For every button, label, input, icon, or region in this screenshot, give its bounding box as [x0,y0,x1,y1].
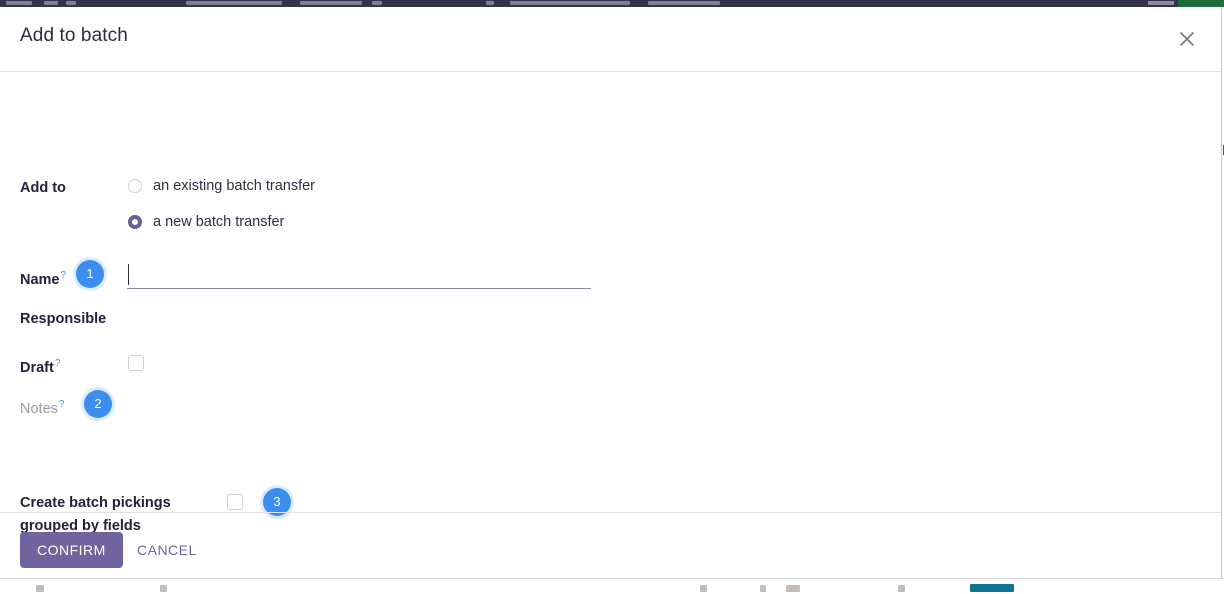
background-bottom-strip [0,578,1224,594]
navbar-ghost-accent [1178,0,1224,7]
draft-label: Draft? [20,352,60,380]
navbar-ghost-badge [1148,1,1174,5]
navbar-ghost-item [6,1,32,5]
radio-new-batch-transfer-label: a new batch transfer [153,214,285,230]
background-ghost-text [898,585,905,592]
name-label: Name? [20,264,66,292]
tour-badge-2[interactable]: 2 [84,390,112,418]
tour-badge-1[interactable]: 1 [76,260,104,288]
navbar-ghost-item [186,1,282,5]
add-to-batch-dialog: Add to batch Add to an existing batch tr… [0,7,1221,578]
dialog-footer: CONFIRM CANCEL [0,512,1221,578]
navbar-ghost-item [66,1,76,5]
draft-label-text: Draft [20,359,54,376]
navbar-ghost-item [44,1,58,5]
add-to-label: Add to [20,180,66,196]
responsible-label: Responsible [20,311,107,327]
name-label-text: Name [20,271,60,288]
name-help-icon[interactable]: ? [61,270,67,281]
text-cursor [128,264,129,285]
name-input-wrapper [127,263,591,289]
navbar-ghost-item [486,1,494,5]
navbar-ghost-item [372,1,382,5]
navbar-ghost-item [300,1,362,5]
cancel-button[interactable]: CANCEL [131,532,203,568]
radio-existing-batch-transfer-label: an existing batch transfer [153,178,316,194]
background-navbar [0,0,1224,7]
name-input[interactable] [127,263,591,287]
draft-checkbox[interactable] [128,355,144,371]
background-ghost-text [36,585,44,592]
background-ghost-text [760,585,766,592]
draft-help-icon[interactable]: ? [55,358,61,369]
background-ghost-badge [970,584,1014,592]
background-ghost-text [160,585,167,592]
radio-indicator-selected [128,215,142,229]
radio-indicator [128,179,142,193]
background-ghost-text [700,585,707,592]
notes-label: Notes? [20,393,64,421]
notes-label-text: Notes [20,400,58,417]
radio-existing-batch-transfer[interactable]: an existing batch transfer [128,178,315,194]
radio-new-batch-transfer[interactable]: a new batch transfer [128,214,284,230]
background-ghost-text [786,585,800,592]
navbar-ghost-item [510,1,630,5]
grouped-fields-checkbox[interactable] [227,494,243,510]
dialog-header: Add to batch [0,7,1221,72]
notes-help-icon[interactable]: ? [59,399,65,410]
navbar-ghost-item [648,1,720,5]
close-icon[interactable] [1171,23,1203,55]
dialog-title: Add to batch [20,25,128,46]
confirm-button[interactable]: CONFIRM [20,532,123,568]
dialog-body: Add to an existing batch transfer a new … [0,72,1221,534]
